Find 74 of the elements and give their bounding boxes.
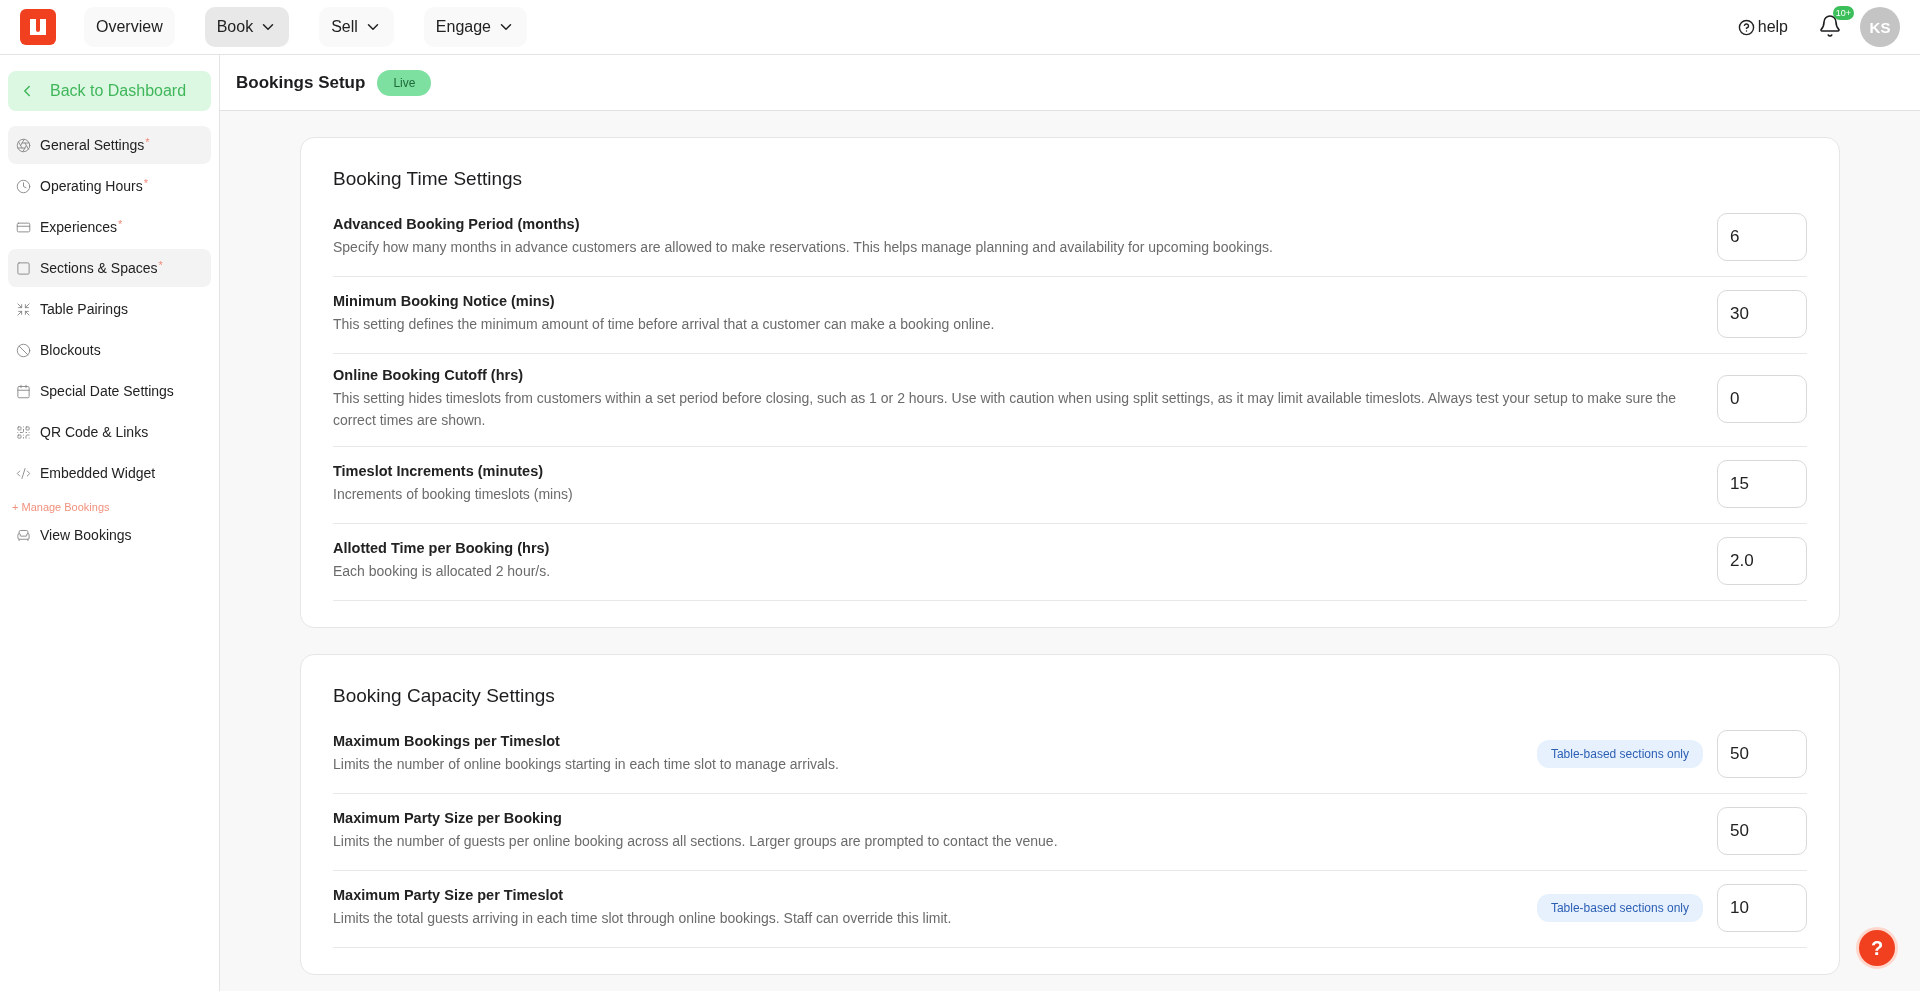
nav-tab[interactable]: Overview: [84, 7, 175, 47]
setting-title: Timeslot Increments (minutes): [333, 463, 545, 480]
number-field[interactable]: 15: [1717, 460, 1807, 509]
required-mark: *: [118, 218, 123, 230]
ban-icon: [16, 342, 31, 358]
sidebar-item[interactable]: Sections & Spaces*: [8, 249, 211, 287]
nav-tab[interactable]: Sell: [319, 7, 394, 47]
info-tag: Table-based sections only: [1536, 740, 1703, 769]
notification-badge: 10+: [1832, 6, 1854, 20]
setting-description: Increments of booking timeslots (mins): [333, 485, 574, 505]
aperture-icon: [16, 137, 31, 153]
help-link[interactable]: help: [1737, 18, 1788, 36]
number-field[interactable]: 50: [1717, 730, 1807, 779]
setting-title: Allotted Time per Booking (hrs): [333, 540, 551, 557]
sidebar-label: Special Date Settings: [40, 383, 174, 399]
setting-description: Each booking is allocated 2 hour/s.: [333, 562, 552, 582]
sidebar-label: General Settings: [40, 137, 145, 153]
sidebar-label: View Bookings: [40, 527, 132, 543]
sidebar-label: QR Code & Links: [40, 424, 149, 440]
number-field[interactable]: 2.0: [1717, 537, 1807, 586]
square-icon: [16, 260, 31, 276]
sidebar-item[interactable]: QR Code & Links: [8, 413, 211, 451]
setting-description: Limits the number of guests per online booking across all sections. Larger groups are prompted to contact the venue.: [333, 832, 1059, 852]
sidebar-label: Table Pairings: [40, 301, 128, 317]
number-field[interactable]: 50: [1717, 807, 1807, 856]
setting-title: Advanced Booking Period (months): [333, 215, 581, 232]
sidebar-label: Blockouts: [40, 342, 101, 358]
setting-title: Maximum Bookings per Timeslot: [333, 733, 561, 750]
chair-icon: [16, 527, 31, 543]
setting-title: Minimum Booking Notice (mins): [333, 292, 556, 309]
logo-icon: [20, 9, 56, 45]
status-badge: Live: [377, 69, 432, 96]
required-mark: *: [143, 177, 148, 189]
qr-code-icon: [16, 424, 31, 440]
setting-description: This setting hides timeslots from customers within a set period before closing, such as 1 or 2 hours. Use with caution when using split settings, as it may limit available timeslots. Always test your setup to make sure the correct times are shown.: [333, 389, 1678, 430]
sidebar-label: Sections & Spaces: [40, 260, 158, 276]
bell-icon[interactable]: [1818, 14, 1842, 38]
sidebar-label: Operating Hours: [40, 178, 143, 194]
help-icon: [1737, 18, 1755, 36]
sidebar-label: Embedded Widget: [40, 465, 156, 481]
setting-description: Limits the total guests arriving in each time slot through online bookings. Staff can override this limit.: [333, 909, 953, 929]
card-icon: [16, 219, 31, 235]
sidebar-item[interactable]: Embedded Widget: [8, 454, 211, 492]
sidebar-item[interactable]: Operating Hours*: [8, 167, 211, 205]
required-mark: *: [145, 136, 150, 148]
setting-description: Limits the number of online bookings starting in each time slot to manage arrivals.: [333, 755, 840, 775]
code-icon: [16, 465, 31, 481]
setting-description: This setting defines the minimum amount of time before arrival that a customer can make a booking online.: [333, 314, 996, 334]
card-title: Booking Time Settings: [333, 168, 524, 190]
sidebar-item[interactable]: View Bookings: [8, 516, 211, 554]
sidebar-item[interactable]: Table Pairings: [8, 290, 211, 328]
clock-icon: [16, 178, 31, 194]
info-tag: Table-based sections only: [1536, 894, 1703, 923]
setting-description: Specify how many months in advance customers are allowed to make reservations. This helps manage planning and availability for upcoming bookings.: [333, 237, 1274, 257]
number-field[interactable]: 10: [1717, 884, 1807, 933]
nav-tab[interactable]: Book: [204, 7, 290, 47]
calendar-icon: [16, 383, 31, 399]
setting-title: Maximum Party Size per Timeslot: [333, 887, 565, 904]
sidebar-item[interactable]: Experiences*: [8, 208, 211, 246]
number-field[interactable]: 0: [1717, 375, 1807, 424]
sidebar-label: Experiences: [40, 219, 118, 235]
sidebar-item[interactable]: General Settings*: [8, 126, 211, 164]
number-field[interactable]: 6: [1717, 213, 1807, 261]
setting-title: Maximum Party Size per Booking: [333, 810, 563, 827]
nav-tab[interactable]: Engage: [423, 7, 527, 47]
setting-title: Online Booking Cutoff (hrs): [333, 367, 525, 383]
required-mark: *: [158, 259, 163, 271]
number-field[interactable]: 30: [1717, 290, 1807, 338]
sidebar-item[interactable]: Special Date Settings: [8, 372, 211, 410]
shrink-icon: [16, 301, 31, 317]
section-heading: + Manage Bookings: [11, 500, 111, 513]
page-title: Bookings Setup: [236, 72, 366, 93]
card-title: Booking Capacity Settings: [333, 685, 556, 708]
sidebar-item[interactable]: Blockouts: [8, 331, 211, 369]
